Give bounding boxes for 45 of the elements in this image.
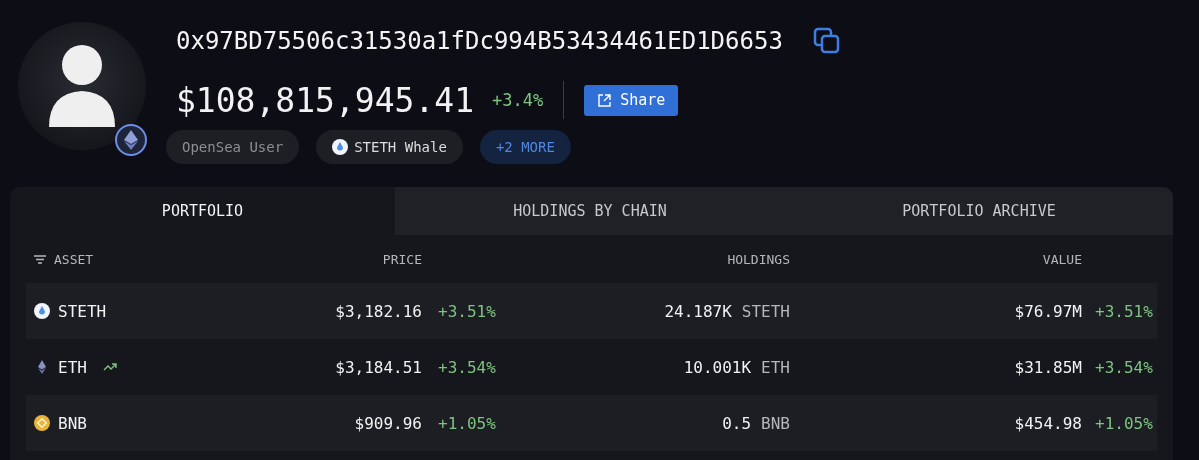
value-change: +3.51% — [1094, 301, 1153, 321]
share-button[interactable]: Share — [584, 84, 679, 116]
ethereum-chain-badge — [115, 124, 147, 156]
asset-value: $454.98 — [1014, 413, 1082, 433]
holding-unit: BNB — [761, 413, 790, 433]
asset-row[interactable]: ETH $3,184.51 +3.54% 10.001K ETH $31.85M +3.54% — [26, 339, 1157, 395]
asset-name: BNB — [58, 413, 87, 433]
tag-badge: OpenSea User — [166, 130, 300, 164]
coin-icon — [34, 415, 50, 431]
asset-value: $76.97M — [1014, 301, 1082, 321]
asset-row[interactable]: BNB $909.96 +1.05% 0.5 BNB $454.98 +1.05% — [26, 395, 1157, 451]
holding-amount: 10.001K — [683, 357, 752, 377]
holding-amount: 0.5 — [722, 413, 752, 433]
value-change: +3.54% — [1094, 357, 1153, 377]
holding-unit: ETH — [761, 357, 790, 377]
value-change: +3.4% — [492, 90, 544, 110]
droplet-token-icon — [332, 139, 349, 155]
user-silhouette-icon — [47, 45, 117, 127]
asset-row[interactable]: STETH $3,182.16 +3.51% 24.187K STETH $76.97M +3.51% — [26, 283, 1157, 339]
tab[interactable]: PORTFOLIO ARCHIVE — [785, 187, 1173, 235]
price-change: +3.54% — [437, 357, 497, 377]
holding-unit: STETH — [741, 301, 790, 321]
price: $909.96 — [354, 413, 422, 433]
total-value: $108,815,945.41 — [176, 80, 474, 120]
copy-icon[interactable] — [812, 27, 841, 55]
more-tags-button[interactable]: +2 MORE — [479, 130, 571, 164]
column-header[interactable]: PRICE — [382, 251, 422, 267]
wallet-address: 0x97BD75506c31530a1fDc994B53434461ED1D6653 — [176, 27, 783, 55]
column-header[interactable]: ASSET — [54, 251, 94, 267]
price: $3,184.51 — [335, 357, 422, 377]
filter-icon[interactable] — [34, 254, 46, 264]
holding-amount: 24.187K — [664, 301, 732, 321]
column-header[interactable]: HOLDINGS — [727, 251, 790, 267]
external-link-icon — [597, 92, 613, 108]
tag-badge: STETH Whale — [316, 130, 463, 164]
price: $3,182.16 — [335, 301, 422, 321]
price-change: +3.51% — [437, 301, 497, 321]
asset-name: STETH — [58, 301, 107, 321]
price-change: +1.05% — [437, 413, 497, 433]
value-change: +1.05% — [1094, 413, 1153, 433]
asset-name: ETH — [58, 357, 87, 377]
asset-value: $31.85M — [1014, 357, 1082, 377]
tab[interactable]: HOLDINGS BY CHAIN — [395, 187, 785, 235]
column-header[interactable]: VALUE — [1042, 251, 1082, 267]
droplet-token-icon — [34, 303, 50, 319]
